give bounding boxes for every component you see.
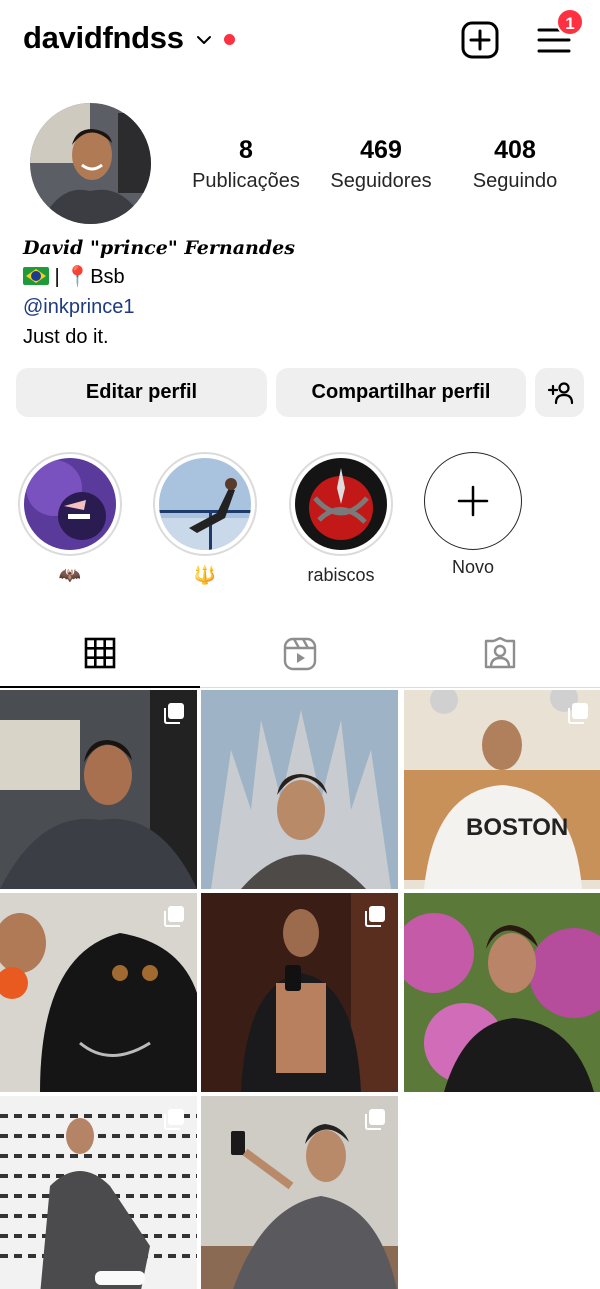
- stat-posts[interactable]: 8 Publicações: [181, 135, 311, 195]
- tab-posts-grid[interactable]: [0, 620, 200, 688]
- profile-tabs: [0, 620, 600, 688]
- stat-followers-value: 469: [360, 136, 402, 164]
- share-profile-button[interactable]: Compartilhar perfil: [276, 368, 526, 417]
- stat-posts-value: 8: [239, 136, 253, 164]
- bio-location-text: | 📍Bsb: [49, 266, 125, 288]
- new-post-icon[interactable]: [460, 20, 500, 60]
- highlight-rabiscos[interactable]: rabiscos: [288, 452, 394, 586]
- highlight-ring: [153, 452, 257, 556]
- stat-following[interactable]: 408 Seguindo: [450, 135, 580, 195]
- tagged-icon: [484, 637, 516, 669]
- highlight-caption: Novo: [451, 557, 495, 577]
- post-thumbnail[interactable]: [0, 690, 197, 889]
- unread-dot: [224, 34, 235, 45]
- stat-following-value: 408: [494, 136, 536, 164]
- stat-posts-label: Publicações: [192, 170, 300, 192]
- post-thumbnail[interactable]: [201, 893, 398, 1092]
- highlight-trident[interactable]: 🔱: [152, 452, 258, 586]
- highlight-cover: [24, 458, 116, 550]
- multiple-photos-icon: [164, 906, 184, 927]
- stat-followers[interactable]: 469 Seguidores: [316, 135, 446, 195]
- post-thumbnail[interactable]: [201, 690, 398, 889]
- new-highlight-button[interactable]: [424, 452, 522, 550]
- multiple-photos-icon: [164, 703, 184, 724]
- highlight-cover: [295, 458, 387, 550]
- highlight-caption: 🦇: [58, 565, 82, 585]
- edit-profile-button[interactable]: Editar perfil: [16, 368, 267, 417]
- add-person-icon: [547, 382, 573, 405]
- chevron-down-icon[interactable]: [194, 30, 214, 50]
- plus-icon: [457, 485, 489, 517]
- bio-location: | 📍Bsb: [23, 262, 583, 292]
- post-thumbnail[interactable]: [404, 893, 600, 1092]
- multiple-photos-icon: [164, 1109, 184, 1130]
- profile-header: davidfndss 1: [0, 0, 600, 82]
- post-thumbnail[interactable]: [0, 1096, 197, 1289]
- tab-tagged[interactable]: [400, 620, 600, 688]
- post-thumbnail[interactable]: [201, 1096, 398, 1289]
- stat-following-label: Seguindo: [472, 170, 558, 192]
- bio-link[interactable]: @inkprince1: [23, 292, 583, 322]
- multiple-photos-icon: [365, 906, 385, 927]
- notification-badge: 1: [556, 8, 584, 36]
- svg-text:BOSTON: BOSTON: [466, 814, 568, 841]
- highlight-caption: 🔱: [193, 565, 217, 585]
- highlight-cover: [159, 458, 251, 550]
- stat-followers-label: Seguidores: [330, 170, 432, 192]
- brazil-flag-icon: [23, 267, 49, 285]
- bio-tagline: Just do it.: [23, 326, 109, 348]
- grid-icon: [84, 637, 116, 669]
- tab-reels[interactable]: [200, 620, 400, 688]
- profile-avatar[interactable]: [30, 103, 151, 224]
- post-thumbnail[interactable]: BOSTON: [404, 690, 600, 889]
- discover-people-button[interactable]: [535, 368, 584, 417]
- multiple-photos-icon: [568, 703, 588, 724]
- reels-icon: [283, 637, 317, 671]
- highlight-caption: rabiscos: [307, 565, 375, 585]
- highlight-bat[interactable]: 🦇: [17, 452, 123, 586]
- username[interactable]: davidfndss: [23, 20, 184, 56]
- highlight-ring: [289, 452, 393, 556]
- multiple-photos-icon: [365, 1109, 385, 1130]
- post-thumbnail[interactable]: [0, 893, 197, 1092]
- highlight-ring: [18, 452, 122, 556]
- profile-bio: David "prince" Fernandes | 📍Bsb @inkprin…: [23, 234, 583, 352]
- display-name: David "prince" Fernandes: [23, 237, 295, 259]
- highlight-new[interactable]: Novo: [420, 452, 526, 578]
